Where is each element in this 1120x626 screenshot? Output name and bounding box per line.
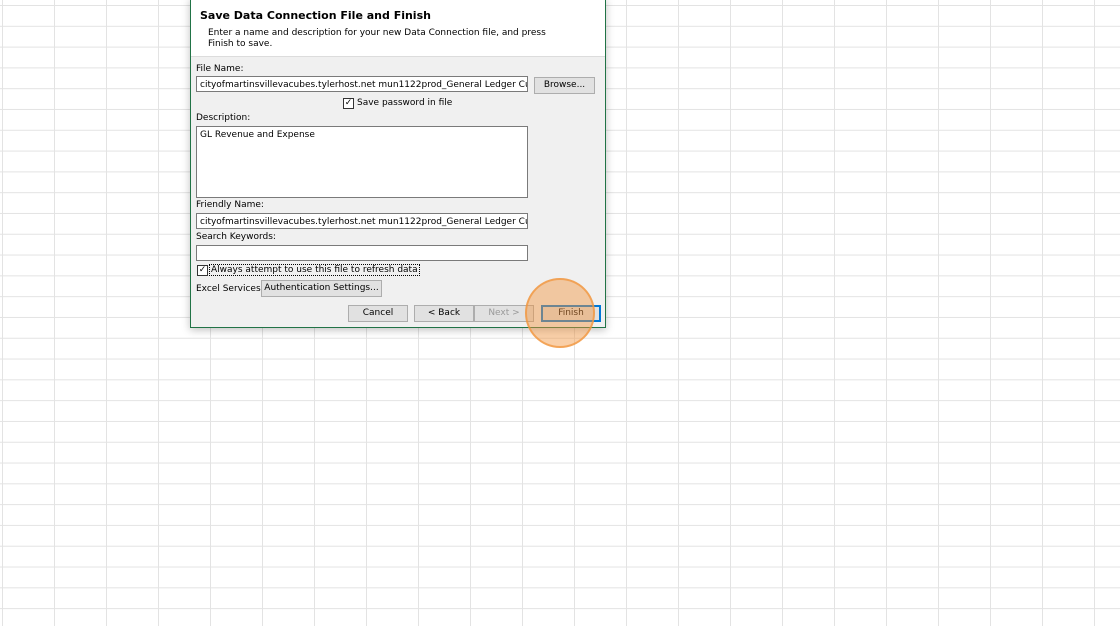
save-connection-dialog: Save Data Connection File and Finish Ent…	[190, 0, 606, 328]
browse-button[interactable]: Browse...	[534, 77, 595, 94]
file-name-label: File Name:	[196, 64, 244, 74]
friendly-name-input[interactable]: cityofmartinsvillevacubes.tylerhost.net …	[196, 213, 528, 229]
description-textarea[interactable]: GL Revenue and Expense	[196, 126, 528, 198]
friendly-name-label: Friendly Name:	[196, 200, 264, 210]
always-attempt-checkbox[interactable]: ✓	[197, 265, 208, 276]
cancel-button[interactable]: Cancel	[348, 305, 408, 322]
finish-button[interactable]: Finish	[541, 305, 601, 322]
description-label: Description:	[196, 113, 251, 123]
file-name-input[interactable]: cityofmartinsvillevacubes.tylerhost.net …	[196, 76, 528, 92]
dialog-header: Save Data Connection File and Finish Ent…	[191, 0, 605, 57]
save-password-checkbox[interactable]: ✓	[343, 98, 354, 109]
dialog-subtitle: Enter a name and description for your ne…	[208, 28, 546, 49]
checkmark-icon: ✓	[198, 265, 207, 275]
search-keywords-input[interactable]	[196, 245, 528, 261]
checkmark-icon: ✓	[344, 98, 353, 108]
dialog-title: Save Data Connection File and Finish	[200, 9, 431, 22]
back-button[interactable]: < Back	[414, 305, 474, 322]
authentication-settings-button[interactable]: Authentication Settings...	[261, 280, 382, 297]
save-password-label: Save password in file	[357, 98, 453, 108]
always-attempt-label: Always attempt to use this file to refre…	[209, 264, 420, 276]
search-keywords-label: Search Keywords:	[196, 232, 276, 242]
excel-services-label: Excel Services:	[196, 284, 264, 294]
next-button[interactable]: Next >	[474, 305, 534, 322]
